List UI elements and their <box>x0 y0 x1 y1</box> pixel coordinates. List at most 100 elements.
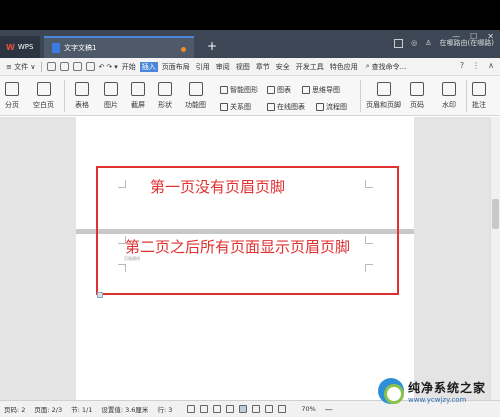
undo-icon[interactable]: ↶ <box>98 63 104 71</box>
help-icon[interactable]: ? <box>460 61 464 70</box>
maximize-button[interactable]: ☐ <box>470 32 477 41</box>
shape-icon <box>158 82 172 96</box>
minimize-button[interactable]: — <box>452 32 460 41</box>
protect-icon[interactable] <box>200 405 209 413</box>
shape-button[interactable]: 形状 <box>158 82 172 110</box>
page-break-button[interactable]: 分页 <box>5 82 19 110</box>
menu-bar: ≡ 文件 ∨ ↶ ↷ ▾ 开始 插入 页面布局 引用 审阅 视图 章节 安全 开… <box>0 58 500 76</box>
scrollbar-thumb[interactable] <box>492 199 499 229</box>
online-chart-label: 在线图表 <box>277 103 305 111</box>
mind-map-icon <box>302 86 310 94</box>
web-view-icon[interactable] <box>265 405 274 413</box>
skin-icon[interactable]: ◎ <box>411 39 417 47</box>
cursor-marker-icon <box>97 292 103 298</box>
menu-item-start[interactable]: 开始 <box>120 62 138 72</box>
wps-logo-icon: W <box>6 42 15 52</box>
smart-shape-icon <box>220 86 228 94</box>
command-search[interactable]: ⌕ 查找命令... <box>366 62 407 72</box>
flowchart-button[interactable]: 流程图 <box>316 102 347 112</box>
document-tab-label: 文字文稿1 <box>64 44 97 52</box>
ribbon-insert: 分页 空白页 表格 图片 截屏 形状 功能图 智能图形 图表 思维导图 关系图 <box>0 76 500 116</box>
status-page-number[interactable]: 页码: 2 <box>4 404 25 414</box>
user-icon[interactable]: ♙ <box>425 39 431 47</box>
picture-label: 图片 <box>104 101 118 109</box>
flowchart-icon <box>316 103 324 111</box>
status-page-count[interactable]: 页面: 2/3 <box>34 404 62 414</box>
more-icon[interactable]: ⋮ <box>472 61 480 70</box>
page-number-button[interactable]: 页码 <box>410 82 424 110</box>
header-footer-label: 页眉和页脚 <box>366 101 401 109</box>
table-button[interactable]: 表格 <box>75 82 89 110</box>
page-number-icon <box>410 82 424 96</box>
new-tab-button[interactable]: + <box>207 37 217 55</box>
picture-icon <box>104 82 118 96</box>
menu-item-page-layout[interactable]: 页面布局 <box>160 62 192 72</box>
blank-page-button[interactable]: 空白页 <box>33 82 54 110</box>
export-pdf-icon[interactable] <box>60 62 70 71</box>
screenshot-button[interactable]: 截屏 <box>131 82 145 110</box>
menu-item-references[interactable]: 引用 <box>194 62 212 72</box>
save-icon[interactable] <box>47 62 57 71</box>
ribbon-separator <box>466 80 467 112</box>
print-preview-icon[interactable] <box>86 62 96 71</box>
menu-item-insert[interactable]: 插入 <box>139 61 158 72</box>
zoom-level[interactable]: 70% <box>301 405 315 413</box>
site-title: 纯净系统之家 <box>408 380 487 395</box>
file-menu[interactable]: ≡ 文件 ∨ <box>4 62 37 72</box>
screenshot-icon <box>131 82 145 96</box>
eye-protection-icon[interactable] <box>278 405 287 413</box>
chart-button[interactable]: 图表 <box>267 85 291 95</box>
fullscreen-icon[interactable] <box>187 405 196 413</box>
edit-icon[interactable] <box>213 405 222 413</box>
site-url: www.ycwjzy.com <box>408 395 467 404</box>
comment-button[interactable]: 批注 <box>472 82 486 110</box>
page-break-label: 分页 <box>5 101 19 109</box>
function-chart-button[interactable]: 功能图 <box>185 82 206 110</box>
comment-label: 批注 <box>472 101 486 109</box>
blank-page-icon <box>36 82 51 96</box>
read-mode-icon[interactable] <box>226 405 235 413</box>
relation-chart-button[interactable]: 关系图 <box>220 102 251 112</box>
close-button[interactable]: ✕ <box>487 32 494 41</box>
customize-quick-access-icon[interactable]: ▾ <box>114 63 118 71</box>
redo-icon[interactable]: ↷ <box>106 63 112 71</box>
picture-button[interactable]: 图片 <box>104 82 118 110</box>
unsaved-dot-icon[interactable] <box>181 47 186 52</box>
watermark-icon <box>442 82 456 96</box>
mind-map-label: 思维导图 <box>312 86 340 94</box>
site-logo-icon <box>378 378 404 404</box>
header-footer-button[interactable]: 页眉和页脚 <box>366 82 401 110</box>
outline-view-icon[interactable] <box>252 405 261 413</box>
mind-map-button[interactable]: 思维导图 <box>302 85 340 95</box>
annotation-line2: 第二页之后所有页面显示页眉页脚 <box>125 238 351 256</box>
menu-item-security[interactable]: 安全 <box>274 62 292 72</box>
vertical-scrollbar[interactable] <box>490 117 500 400</box>
smart-shape-button[interactable]: 智能图形 <box>220 85 258 95</box>
menu-item-view[interactable]: 视图 <box>234 62 252 72</box>
print-icon[interactable] <box>73 62 83 71</box>
collapse-ribbon-icon[interactable]: ∧ <box>488 61 494 70</box>
menu-item-review[interactable]: 审阅 <box>214 62 232 72</box>
status-setting-value[interactable]: 设置值: 3.6厘米 <box>101 404 148 414</box>
menu-item-developer[interactable]: 开发工具 <box>294 62 326 72</box>
zoom-out-button[interactable]: — <box>325 405 333 414</box>
status-row[interactable]: 行: 3 <box>157 404 172 414</box>
menu-item-section[interactable]: 章节 <box>254 62 272 72</box>
title-bar: W WPS 文字文稿1 + ◎ ♙ 在哪路由(在哪路) <box>0 30 500 58</box>
flowchart-label: 流程图 <box>326 103 347 111</box>
wps-app-tab[interactable]: W WPS <box>0 36 40 58</box>
table-label: 表格 <box>75 101 89 109</box>
chart-label: 图表 <box>277 86 291 94</box>
menu-item-special-apps[interactable]: 特色应用 <box>328 62 360 72</box>
relation-chart-icon <box>220 103 228 111</box>
layout-icon[interactable] <box>394 38 404 48</box>
comment-icon <box>472 82 486 96</box>
table-icon <box>75 82 89 96</box>
watermark-button[interactable]: 水印 <box>442 82 456 110</box>
online-chart-button[interactable]: 在线图表 <box>267 102 305 112</box>
menu-separator <box>41 61 43 72</box>
document-tab[interactable]: 文字文稿1 <box>44 36 194 58</box>
page-view-icon[interactable] <box>239 405 248 413</box>
top-black-strip <box>0 0 500 30</box>
status-section[interactable]: 节: 1/1 <box>71 404 92 414</box>
